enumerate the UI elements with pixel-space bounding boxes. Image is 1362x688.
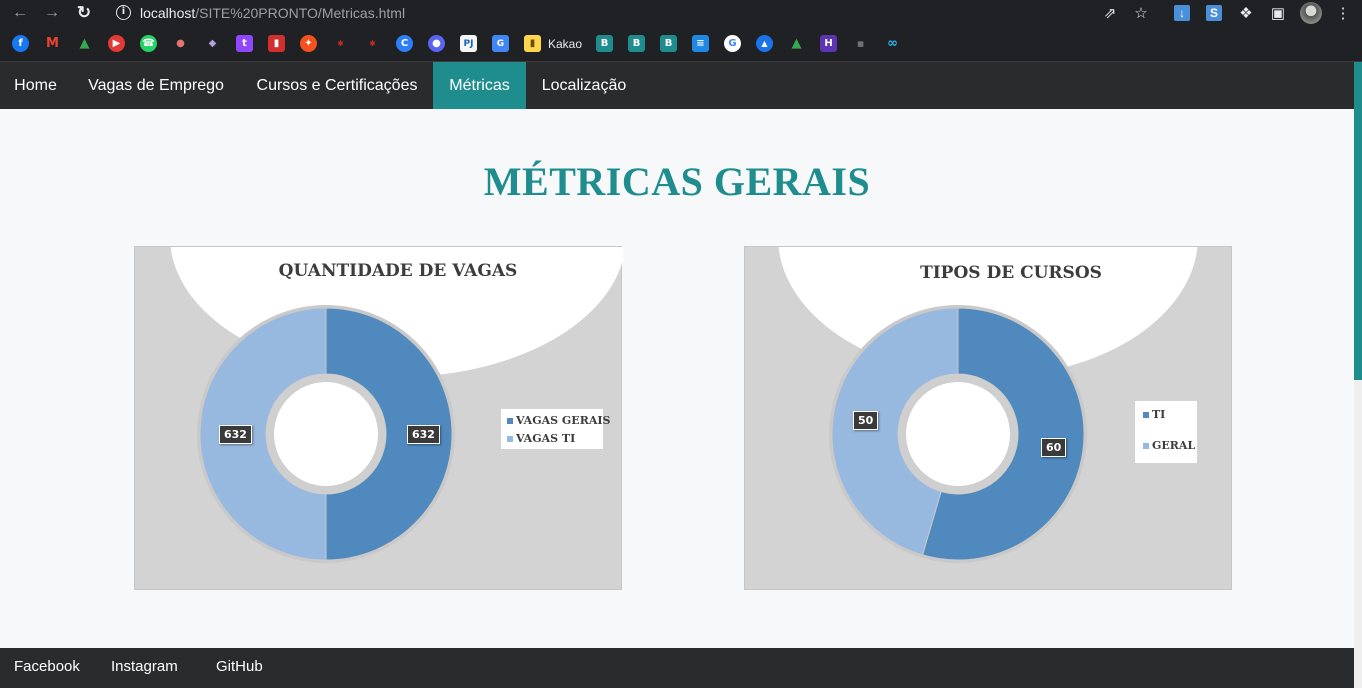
footer-link-instagram[interactable]: Instagram (111, 648, 178, 688)
data-label: 632 (407, 425, 440, 444)
chart-legend: TI GERAL (1135, 401, 1197, 463)
legend-label: TI (1152, 408, 1166, 421)
legend-label: GERAL (1152, 439, 1196, 452)
legend-item: VAGAS GERAIS (507, 414, 610, 427)
side-panel-icon[interactable]: ▣ (1268, 3, 1288, 23)
bookmark-icon-26[interactable]: ▦ (852, 35, 869, 52)
chart-title: QUANTIDADE DE VAGAS (278, 261, 518, 281)
browser-toolbar: ← → ↻ i localhost/SITE%20PRONTO/Metricas… (0, 0, 1362, 26)
bookmark-icon-23[interactable]: ▲ (756, 35, 773, 52)
page-title: MÉTRICAS GERAIS (483, 159, 871, 204)
share-icon[interactable]: ⇗ (1100, 3, 1120, 23)
download-extension-icon[interactable]: ↓ (1174, 5, 1190, 21)
bookmark-icon-27[interactable]: ∞ (884, 35, 901, 52)
url-host: localhost (140, 5, 196, 21)
address-bar[interactable]: localhost/SITE%20PRONTO/Metricas.html (140, 5, 405, 21)
bookmark-icon-6[interactable]: ● (172, 35, 189, 52)
data-label: 50 (853, 411, 879, 430)
page-scrollbar[interactable] (1354, 62, 1362, 688)
footer-link-facebook[interactable]: Facebook (14, 648, 80, 688)
donut-hole (906, 382, 1010, 486)
b-bookmark-icon-2[interactable]: B (628, 35, 645, 52)
facebook-bookmark-icon[interactable]: f (12, 35, 29, 52)
chart-legend: VAGAS GERAIS VAGAS TI (501, 409, 610, 449)
donut-hole (274, 382, 378, 486)
nav-cursos-e-certificacoes[interactable]: Cursos e Certificações (241, 62, 433, 109)
whatsapp-bookmark-icon[interactable]: ☎ (140, 35, 157, 52)
h-bookmark-icon[interactable]: H (820, 35, 837, 52)
legend-swatch (1143, 411, 1149, 418)
bookmark-icon-9[interactable]: ▮ (268, 35, 285, 52)
nav-metricas[interactable]: Métricas (433, 62, 526, 109)
nav-vagas-de-emprego[interactable]: Vagas de Emprego (71, 62, 241, 109)
chart-title: TIPOS DE CURSOS (920, 263, 1102, 283)
data-label: 632 (219, 425, 252, 444)
stack-bookmark-icon[interactable]: ≡ (692, 35, 709, 52)
nav-localizacao[interactable]: Localização (526, 62, 642, 109)
canva-bookmark-icon[interactable]: C (396, 35, 413, 52)
discord-bookmark-icon[interactable]: ● (428, 35, 445, 52)
twitch-bookmark-icon[interactable]: t (236, 35, 253, 52)
folder-bookmark-icon[interactable]: ▮ (524, 35, 541, 52)
chart-quantidade-de-vagas: QUANTIDADE DE VAGAS VAGAS GERAIS VAGAS T… (134, 246, 623, 590)
back-arrow-icon[interactable]: ← (10, 3, 30, 23)
scrollbar-thumb[interactable] (1354, 62, 1362, 380)
legend-label: VAGAS GERAIS (516, 414, 611, 427)
legend-swatch (507, 417, 513, 424)
chart-tipos-de-cursos: TIPOS DE CURSOS TI GERAL 60 50 (744, 246, 1232, 590)
legend-swatch (507, 435, 513, 442)
bookmark-icon-15[interactable]: PJ (460, 35, 477, 52)
site-footer: Facebook Instagram GitHub (0, 648, 1354, 688)
forward-arrow-icon[interactable]: → (42, 3, 62, 23)
b-bookmark-icon-1[interactable]: B (596, 35, 613, 52)
b-bookmark-icon-3[interactable]: B (660, 35, 677, 52)
gmail-bookmark-icon[interactable]: M (44, 35, 61, 52)
bookmark-icon-11[interactable]: ✱ (332, 35, 349, 52)
data-label: 60 (1041, 438, 1067, 457)
drive-bookmark-icon[interactable]: ▲ (76, 35, 93, 52)
legend-item: VAGAS TI (507, 432, 575, 445)
site-info-icon[interactable]: i (116, 5, 131, 20)
google-bookmark-icon[interactable]: G (724, 35, 741, 52)
bookmarks-bar: f M ▲ ▶ ☎ ● ◆ t ▮ ✦ ✱ ✱ C ● PJ G ▮ Kakao… (0, 26, 1362, 62)
footer-link-github[interactable]: GitHub (216, 648, 263, 688)
drive-bookmark-icon-2[interactable]: ▲ (788, 35, 805, 52)
bookmark-icon-10[interactable]: ✦ (300, 35, 317, 52)
s-extension-icon[interactable]: S (1206, 5, 1222, 21)
legend-swatch (1143, 442, 1149, 449)
legend-item: TI (1143, 408, 1165, 421)
star-icon[interactable]: ☆ (1131, 3, 1151, 23)
kakao-bookmark-label[interactable]: Kakao (548, 37, 582, 51)
bookmark-icon-7[interactable]: ◆ (204, 35, 221, 52)
url-path: /SITE%20PRONTO/Metricas.html (195, 5, 406, 21)
puzzle-extensions-icon[interactable]: ❖ (1236, 3, 1256, 23)
legend-item: GERAL (1143, 439, 1195, 452)
kebab-menu-icon[interactable]: ⋮ (1333, 3, 1353, 23)
play-bookmark-icon[interactable]: ▶ (108, 35, 125, 52)
site-navbar: Home Vagas de Emprego Cursos e Certifica… (0, 62, 1354, 109)
legend-label: VAGAS TI (516, 432, 576, 445)
profile-avatar[interactable] (1300, 2, 1322, 24)
translate-bookmark-icon[interactable]: G (492, 35, 509, 52)
reload-icon[interactable]: ↻ (74, 3, 94, 23)
nav-home[interactable]: Home (0, 62, 71, 109)
bookmark-icon-12[interactable]: ✱ (364, 35, 381, 52)
